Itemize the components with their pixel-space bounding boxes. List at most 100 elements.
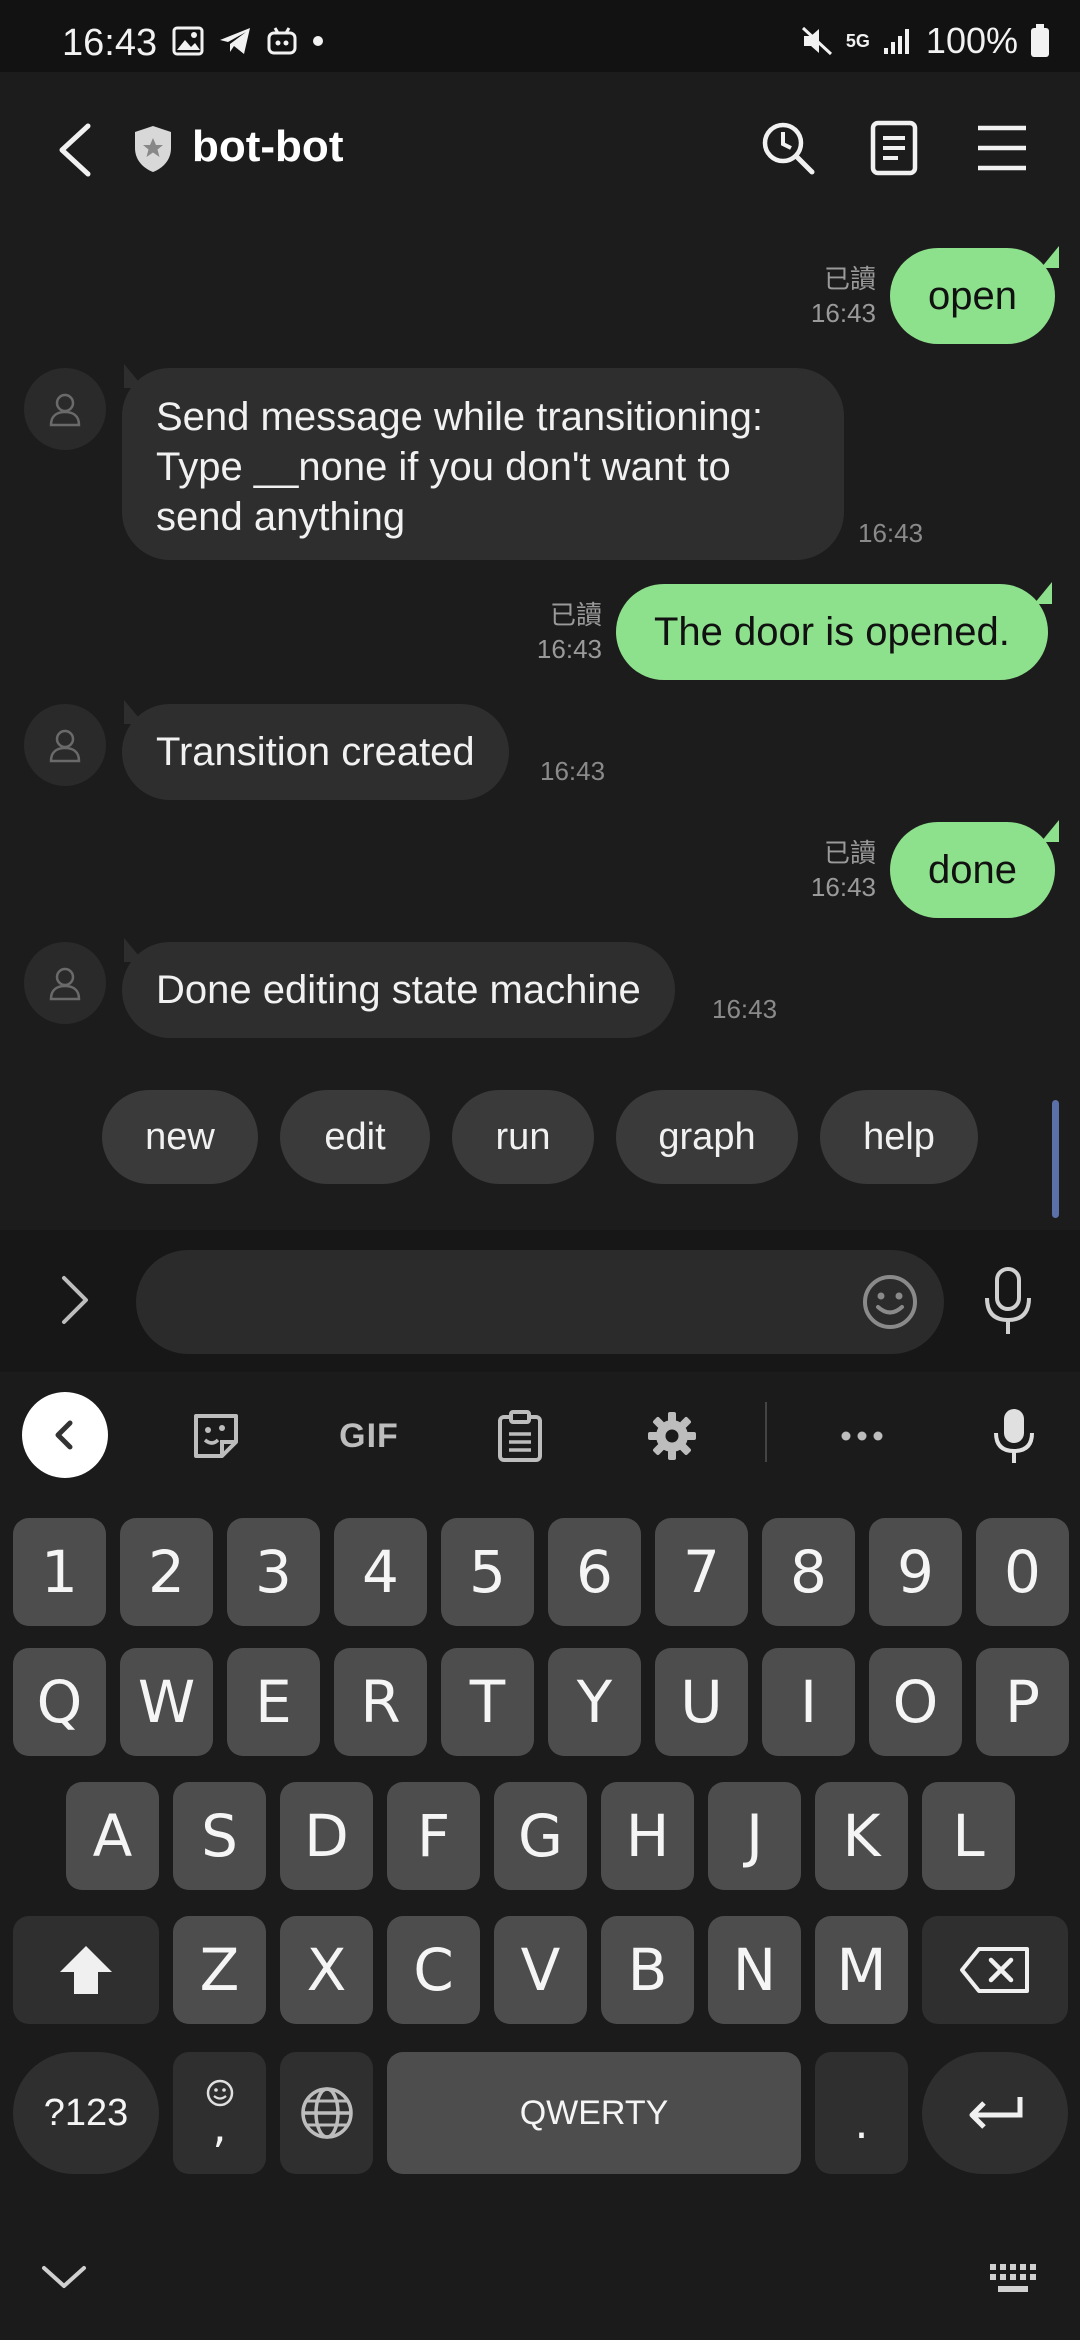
key-a[interactable]: A (66, 1782, 159, 1890)
voice-input-button[interactable] (984, 1408, 1044, 1464)
message-read-status: 已讀 16:43 (810, 838, 876, 902)
emoji-icon[interactable] (860, 1272, 920, 1332)
key-s[interactable]: S (173, 1782, 266, 1890)
key-o[interactable]: O (869, 1648, 962, 1756)
key-7[interactable]: 7 (655, 1518, 748, 1626)
key-k[interactable]: K (815, 1782, 908, 1890)
quick-reply-graph[interactable]: graph (616, 1090, 798, 1184)
message-text: Transition created (156, 730, 475, 774)
key-w[interactable]: W (120, 1648, 213, 1756)
search-history-icon[interactable] (760, 120, 816, 176)
incoming-message-bubble[interactable]: Send message while transitioning: Type _… (122, 364, 844, 560)
expand-chevron-icon[interactable] (54, 1270, 94, 1330)
hide-keyboard-chevron-icon[interactable] (40, 2262, 88, 2292)
message-text-line: Send message while transitioning: (156, 395, 764, 439)
gif-button[interactable]: GIF (334, 1408, 404, 1464)
message-input[interactable] (136, 1250, 944, 1354)
backspace-icon (960, 1947, 1029, 1993)
message-list[interactable]: 已讀 16:43 open Send message while transit… (0, 230, 1080, 1230)
key-e[interactable]: E (227, 1648, 320, 1756)
message-text-line: Type __none if you don't want to (156, 445, 731, 489)
key-t[interactable]: T (441, 1648, 534, 1756)
key-0[interactable]: 0 (976, 1518, 1069, 1626)
key-v[interactable]: V (494, 1916, 587, 2024)
more-options-button[interactable] (832, 1408, 892, 1464)
more-notifications-dot-icon (313, 36, 323, 46)
key-n[interactable]: N (708, 1916, 801, 2024)
enter-key[interactable] (922, 2052, 1068, 2174)
key-x[interactable]: X (280, 1916, 373, 2024)
key-h[interactable]: H (601, 1782, 694, 1890)
key-y[interactable]: Y (548, 1648, 641, 1756)
microphone-icon[interactable] (980, 1266, 1036, 1338)
incoming-message-bubble[interactable]: Done editing state machine (122, 938, 675, 1038)
battery-percentage: 100% (925, 20, 1018, 61)
key-j[interactable]: J (708, 1782, 801, 1890)
key-d[interactable]: D (280, 1782, 373, 1890)
status-time: 16:43 (62, 22, 158, 64)
menu-icon[interactable] (974, 120, 1030, 176)
key-3[interactable]: 3 (227, 1518, 320, 1626)
period-key[interactable]: . (815, 2052, 908, 2174)
scrollbar[interactable] (1052, 1100, 1059, 1218)
key-z[interactable]: Z (173, 1916, 266, 2024)
key-b[interactable]: B (601, 1916, 694, 2024)
telegram-icon (220, 28, 250, 54)
gif-label: GIF (339, 1416, 399, 1455)
clipboard-button[interactable] (490, 1408, 550, 1464)
message-read-status: 已讀 16:43 (536, 600, 602, 664)
space-key[interactable]: QWERTY (387, 2052, 801, 2174)
key-g[interactable]: G (494, 1782, 587, 1890)
outgoing-message-bubble[interactable]: The door is opened. (616, 584, 1048, 680)
bot-avatar[interactable] (24, 368, 106, 450)
keyboard-toolbar: GIF (0, 1372, 1080, 1502)
sticker-icon (194, 1414, 238, 1458)
quick-reply-edit[interactable]: edit (280, 1090, 430, 1184)
message-text: Done editing state machine (156, 968, 641, 1012)
keyboard-switch-icon[interactable] (988, 2262, 1040, 2296)
key-5[interactable]: 5 (441, 1518, 534, 1626)
key-1[interactable]: 1 (13, 1518, 106, 1626)
gallery-icon (172, 26, 204, 56)
key-9[interactable]: 9 (869, 1518, 962, 1626)
outgoing-message-bubble[interactable]: done (890, 822, 1055, 918)
key-m[interactable]: M (815, 1916, 908, 2024)
key-l[interactable]: L (922, 1782, 1015, 1890)
back-arrow-icon[interactable] (50, 120, 100, 180)
keyboard-nav-bar (0, 2222, 1080, 2340)
clipboard-icon (498, 1410, 542, 1462)
bot-avatar[interactable] (24, 942, 106, 1024)
incoming-message-bubble[interactable]: Transition created (122, 700, 509, 800)
backspace-key[interactable] (922, 1916, 1068, 2024)
key-8[interactable]: 8 (762, 1518, 855, 1626)
key-6[interactable]: 6 (548, 1518, 641, 1626)
shift-key[interactable] (13, 1916, 159, 2024)
key-2[interactable]: 2 (120, 1518, 213, 1626)
keyboard-settings-button[interactable] (642, 1408, 702, 1464)
notes-icon[interactable] (866, 120, 922, 176)
message-read-status: 已讀 16:43 (810, 264, 876, 328)
more-dots-icon (841, 1431, 883, 1441)
bot-app-icon (267, 27, 297, 55)
key-r[interactable]: R (334, 1648, 427, 1756)
quick-reply-new[interactable]: new (102, 1090, 258, 1184)
system-status-icons: 5G 100% (800, 20, 1050, 62)
key-c[interactable]: C (387, 1916, 480, 2024)
language-key[interactable] (280, 2052, 373, 2174)
quick-reply-help[interactable]: help (820, 1090, 978, 1184)
key-f[interactable]: F (387, 1782, 480, 1890)
comma-emoji-key[interactable]: , (173, 2052, 266, 2174)
notification-icons (172, 26, 324, 56)
key-q[interactable]: Q (13, 1648, 106, 1756)
symbols-key[interactable]: ?123 (13, 2052, 159, 2174)
key-4[interactable]: 4 (334, 1518, 427, 1626)
chevron-left-icon (55, 1420, 73, 1450)
key-u[interactable]: U (655, 1648, 748, 1756)
outgoing-message-bubble[interactable]: open (890, 248, 1055, 344)
quick-reply-run[interactable]: run (452, 1090, 594, 1184)
bot-avatar[interactable] (24, 704, 106, 786)
sticker-button[interactable] (186, 1408, 246, 1464)
key-i[interactable]: I (762, 1648, 855, 1756)
keyboard-back-button[interactable] (22, 1392, 108, 1478)
key-p[interactable]: P (976, 1648, 1069, 1756)
